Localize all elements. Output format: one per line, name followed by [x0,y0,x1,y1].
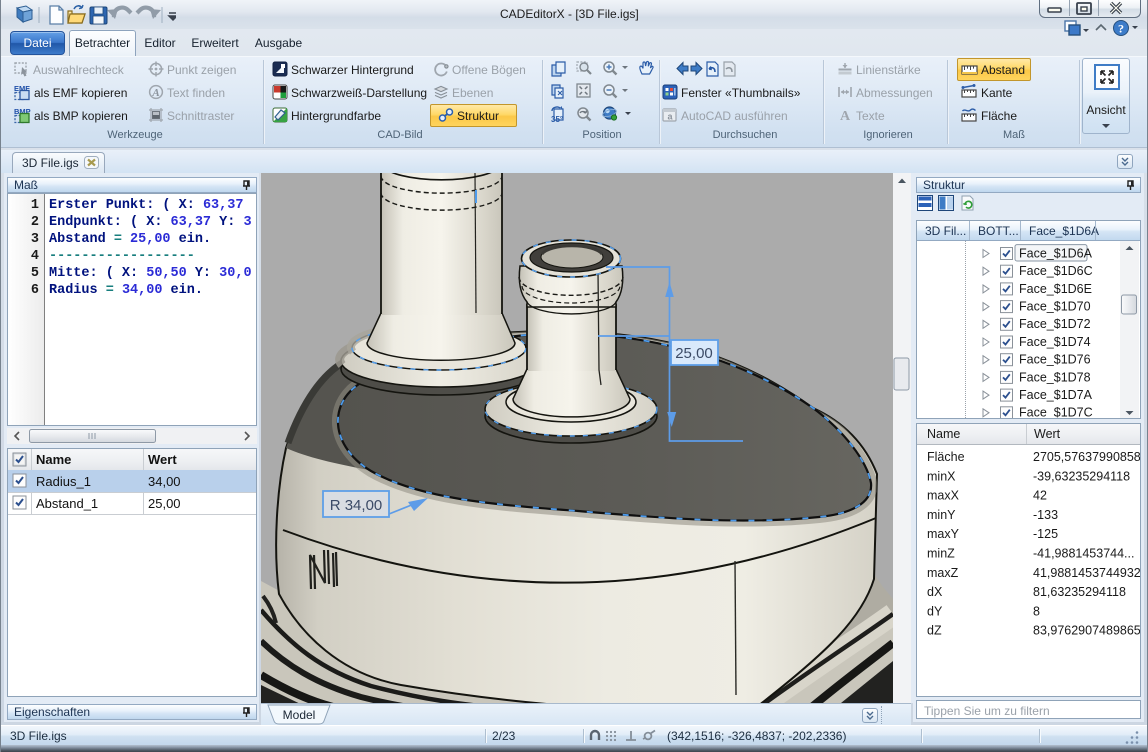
svg-text:dY: dY [927,604,943,618]
svg-text:dX: dX [927,585,943,599]
svg-text:dZ: dZ [927,624,942,638]
svg-text:A: A [151,87,159,99]
svg-text:maxY: maxY [927,527,960,541]
svg-text:Face_$1D6A: Face_$1D6A [1019,246,1093,260]
svg-text:Fläche: Fläche [927,450,965,464]
svg-text:Face_$1D74: Face_$1D74 [1019,335,1091,349]
svg-text:?: ? [1118,22,1124,36]
svg-text:minY: minY [927,508,956,522]
svg-text:Face_$1D7A: Face_$1D7A [1019,388,1093,402]
svg-text:A: A [840,109,851,123]
svg-text:-41,9881453744...: -41,9881453744... [1033,547,1134,561]
svg-text:Face_$1D70: Face_$1D70 [1019,300,1091,314]
svg-text:Face_$1D6E: Face_$1D6E [1019,282,1092,296]
svg-text:Model: Model [283,708,316,722]
svg-text:25,00: 25,00 [675,345,713,362]
svg-text:maxX: maxX [927,489,960,503]
svg-text:35°: 35° [551,115,563,124]
svg-text:41,9881453744932: 41,9881453744932 [1033,566,1140,580]
svg-text:8: 8 [1033,604,1040,618]
svg-text:minX: minX [927,469,956,483]
svg-text:minZ: minZ [927,547,955,561]
svg-text:Face_$1D6C: Face_$1D6C [1019,264,1093,278]
svg-text:Face_$1D7C: Face_$1D7C [1019,406,1093,419]
svg-text:maxZ: maxZ [927,566,959,580]
svg-text:Face_$1D76: Face_$1D76 [1019,353,1091,367]
svg-text:81,63235294118: 81,63235294118 [1033,585,1126,599]
svg-text:R 34,00: R 34,00 [330,497,383,514]
svg-text:-133: -133 [1033,508,1058,522]
svg-text:Face_$1D78: Face_$1D78 [1019,370,1091,384]
svg-text:Face_$1D72: Face_$1D72 [1019,317,1091,331]
svg-text:-39,63235294118: -39,63235294118 [1033,469,1130,483]
svg-text:42: 42 [1033,489,1047,503]
svg-text:-125: -125 [1033,527,1058,541]
svg-text:83,9762907489865: 83,9762907489865 [1033,624,1140,638]
svg-text:2705,57637990858: 2705,57637990858 [1033,450,1140,464]
